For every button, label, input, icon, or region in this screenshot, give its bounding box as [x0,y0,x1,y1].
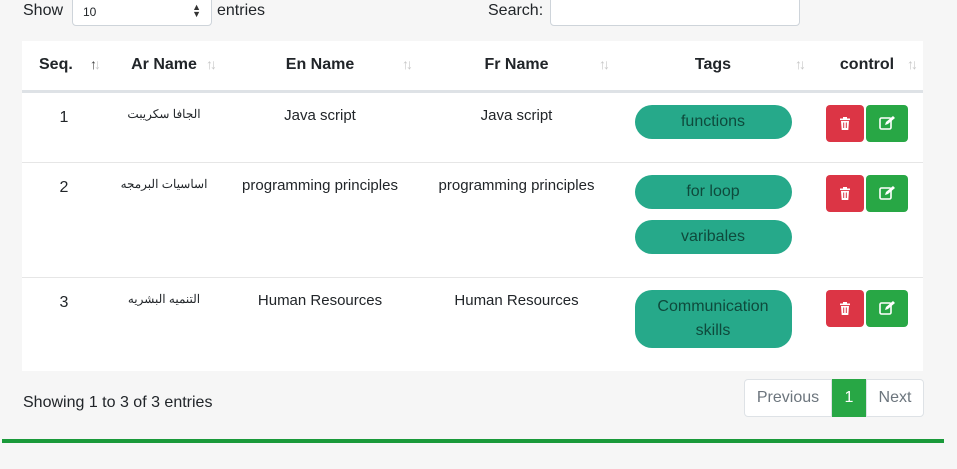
data-table: Seq. ↑↓ Ar Name ↑↓ En Name ↑↓ Fr Name ↑↓… [22,41,923,371]
edit-icon [879,186,895,200]
fr-name-cell: Human Resources [454,291,579,309]
sort-icon: ↑↓ [599,56,610,72]
edit-icon [879,116,895,130]
trash-icon [840,116,850,130]
entries-label: entries [217,2,266,19]
delete-button[interactable] [826,289,864,327]
table-info: Showing 1 to 3 of 3 entries [23,394,213,411]
tags-cell: Communication skills [615,277,811,369]
tags-cell: for loop varibales [615,162,811,278]
table-row: 1 الجافا سكريبت Java script Java script … [22,91,923,163]
control-cell [811,91,923,163]
search-input[interactable] [550,0,800,26]
ar-name-cell: الجافا سكريبت [106,91,222,163]
trash-icon [840,186,850,200]
tag-badge[interactable]: functions [634,104,792,139]
header-seq-label: Seq. [39,56,73,74]
fr-name-cell: Java script [418,91,615,163]
fr-name-cell: programming principles [418,162,615,278]
select-caret-icon: ▲ ▼ [192,2,201,19]
tag-badge[interactable]: for loop [634,174,792,209]
sort-icon: ↑↓ [795,56,806,72]
edit-icon [879,301,895,315]
edit-button[interactable] [866,104,908,142]
delete-button[interactable] [826,104,864,142]
tags-cell: functions [615,91,811,163]
header-tags-label: Tags [694,56,732,74]
header-en-label: En Name [285,56,355,74]
footer-divider [2,439,944,443]
show-label: Show [23,2,64,19]
table-row: 2 اساسيات البرمجه programming principles… [22,162,923,278]
en-name-cell: Java script [222,91,418,163]
edit-button[interactable] [866,174,908,212]
entries-length-select[interactable]: 10 ▲ ▼ [72,0,212,26]
pagination: Previous 1 Next [744,379,924,417]
header-control[interactable]: control ↑↓ [811,41,923,93]
table-controls: Show 10 ▲ ▼ entries Search: [0,0,957,40]
ar-name-cell: اساسيات البرمجه [106,162,222,278]
header-fr-name[interactable]: Fr Name ↑↓ [418,41,615,93]
header-fr-label: Fr Name [484,56,549,74]
next-page-button[interactable]: Next [866,379,924,417]
seq-cell: 3 [59,293,69,311]
header-control-label: control [839,56,895,74]
header-ar-name[interactable]: Ar Name ↑↓ [106,41,222,93]
sort-icon: ↑↓ [402,56,413,72]
control-cell [811,162,923,278]
control-cell [811,277,923,369]
tag-badge[interactable]: Communication skills [634,289,792,348]
en-name-cell: Human Resources [257,291,383,309]
en-name-cell: programming principles [222,162,418,278]
sort-asc-icon: ↑↓ [90,56,101,72]
header-tags[interactable]: Tags ↑↓ [615,41,811,93]
table-header-row: Seq. ↑↓ Ar Name ↑↓ En Name ↑↓ Fr Name ↑↓… [22,41,923,93]
seq-cell: 2 [22,162,106,278]
previous-page-button[interactable]: Previous [744,379,832,417]
header-ar-label: Ar Name [131,56,197,74]
page-1-button[interactable]: 1 [832,379,866,417]
seq-cell: 1 [22,91,106,163]
header-seq[interactable]: Seq. ↑↓ [22,41,106,93]
delete-button[interactable] [826,174,864,212]
entries-length-value: 10 [83,5,97,19]
trash-icon [840,301,850,315]
sort-icon: ↑↓ [206,56,217,72]
ar-name-cell: التنميه البشريه [127,291,201,306]
tag-badge[interactable]: varibales [634,219,792,254]
edit-button[interactable] [866,289,908,327]
header-en-name[interactable]: En Name ↑↓ [222,41,418,93]
search-label: Search: [488,2,544,19]
sort-icon: ↑↓ [907,56,918,72]
table-row: 3 التنميه البشريه Human Resources Human … [22,277,923,369]
